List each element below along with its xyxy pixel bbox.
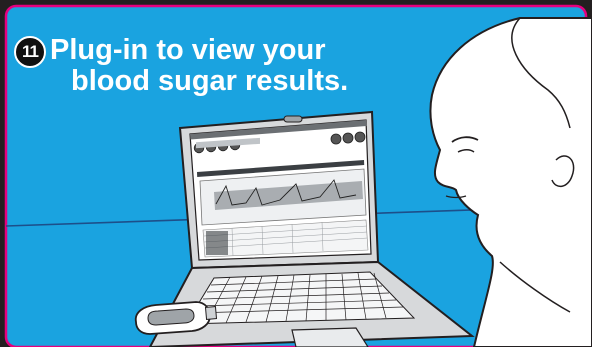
illustration-frame: 11 Plug-in to view your blood sugar resu… (0, 0, 592, 347)
headline-line-1: Plug-in to view your (50, 34, 326, 66)
step-number-badge: 11 (14, 36, 46, 68)
headline-line-2: blood sugar results. (71, 65, 349, 97)
headline: Plug-in to view your blood sugar results… (50, 35, 410, 97)
